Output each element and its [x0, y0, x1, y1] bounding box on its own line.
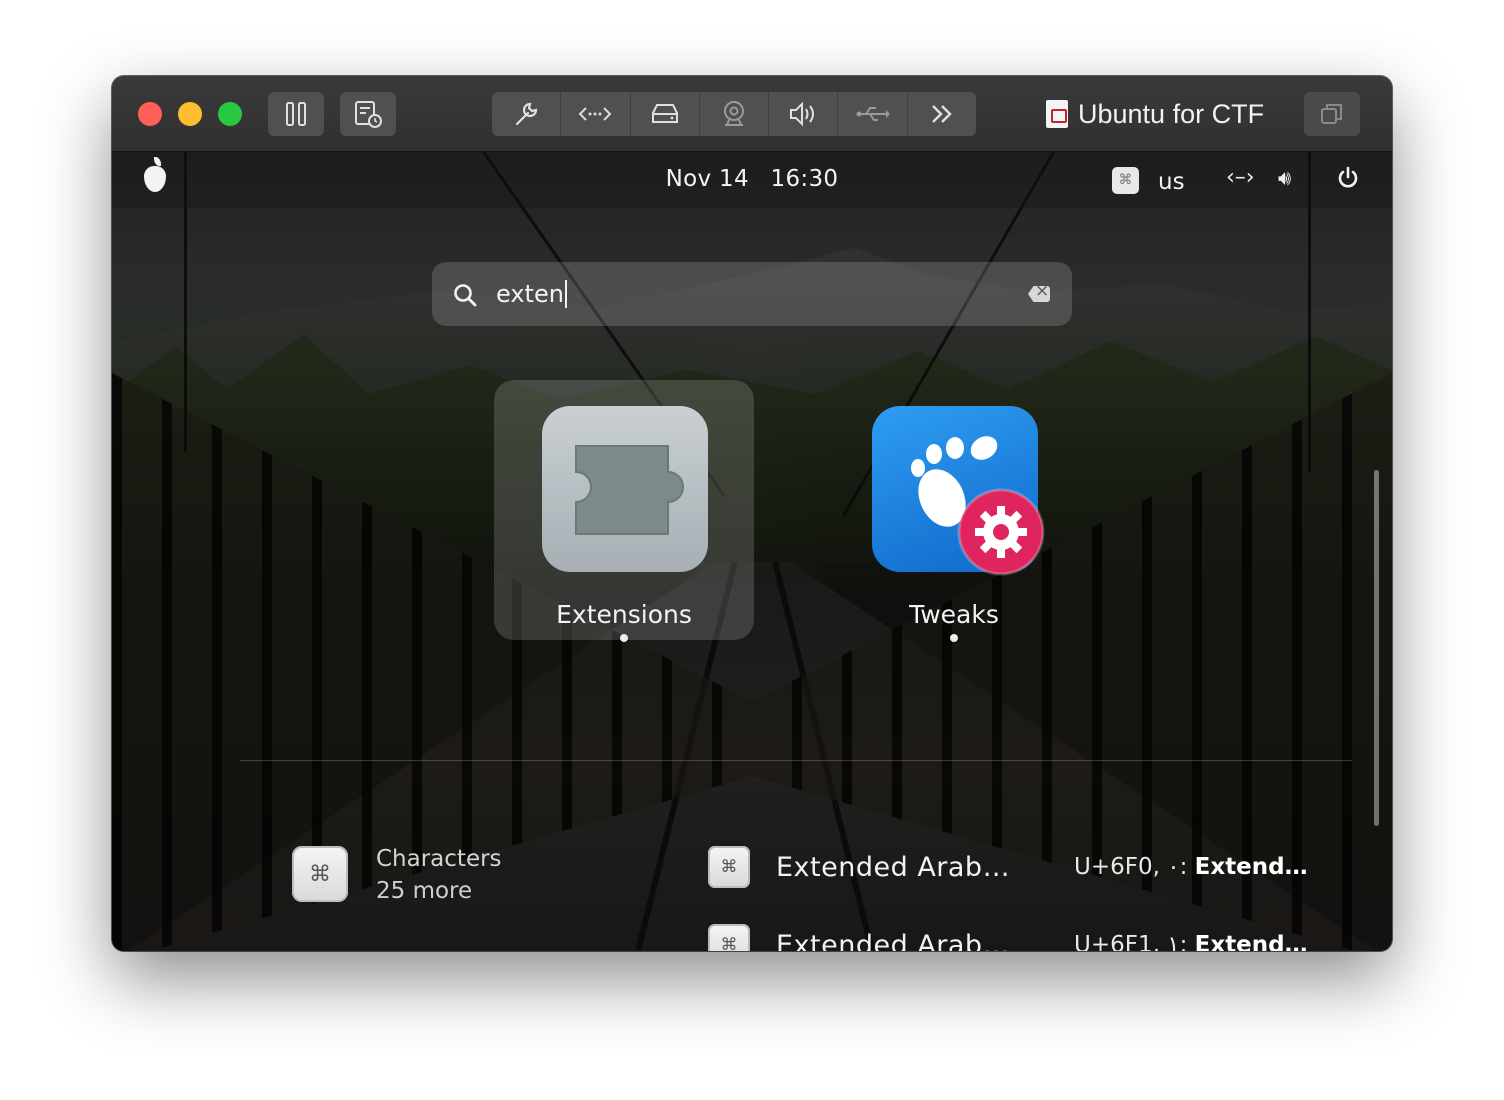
character-result[interactable]: ⌘ Extended Arab… U+6F0, ۰: Extend…	[708, 846, 1328, 896]
app-extensions[interactable]: Extensions	[494, 380, 754, 650]
clock-time: 16:30	[770, 166, 839, 192]
usb-button[interactable]	[838, 92, 908, 136]
results-scrollbar[interactable]	[1374, 470, 1379, 826]
disk-button[interactable]	[631, 92, 700, 136]
puzzle-piece-icon	[542, 406, 708, 572]
results-separator	[240, 760, 1352, 761]
network-arrows-icon	[579, 107, 612, 121]
pause-icon	[286, 102, 306, 126]
search-entry[interactable]: exten	[432, 262, 1072, 326]
gnome-top-bar: Nov 14 16:30 ⌘ us ‹–› 🔊︎	[112, 152, 1392, 208]
app-label: Extensions	[556, 600, 692, 629]
settings-button[interactable]	[492, 92, 562, 136]
vm-toolbar	[492, 92, 976, 136]
vm-document-icon	[1046, 100, 1068, 128]
minimize-button[interactable]	[178, 102, 202, 126]
character-name: Extended Arab…	[776, 852, 1011, 883]
vm-window: Ubuntu for CTF Nov 14 16:30 ⌘ us ‹–› 🔊︎ …	[112, 76, 1392, 951]
provider-more[interactable]: 25 more	[376, 878, 472, 904]
search-input[interactable]: exten	[496, 280, 567, 308]
character-icon: ⌘	[708, 924, 750, 951]
running-indicator	[620, 634, 628, 642]
vm-titlebar: Ubuntu for CTF	[112, 76, 1392, 152]
disk-icon	[651, 104, 678, 123]
zoom-button[interactable]	[218, 102, 242, 126]
clear-search-icon[interactable]	[1028, 286, 1050, 302]
app-tweaks[interactable]: Tweaks	[824, 380, 1084, 650]
display-button[interactable]	[1304, 92, 1360, 136]
volume-icon[interactable]: 🔊︎	[1278, 166, 1291, 191]
clock-date: Nov 14	[665, 166, 749, 192]
sound-icon	[790, 101, 815, 127]
running-indicator	[950, 634, 958, 642]
wrench-icon	[516, 102, 538, 126]
character-name: Extended Arab…	[776, 930, 1011, 951]
network-button[interactable]	[561, 92, 631, 136]
close-button[interactable]	[138, 102, 162, 126]
camera-icon	[723, 101, 744, 126]
provider-name[interactable]: Characters	[376, 846, 502, 872]
windows-stack-icon	[1321, 104, 1342, 124]
snapshot-button[interactable]	[340, 92, 396, 136]
characters-app-icon[interactable]: ⌘	[292, 846, 348, 902]
vm-title: Ubuntu for CTF	[1046, 96, 1264, 132]
app-label: Tweaks	[909, 600, 999, 629]
more-chevrons-icon	[931, 105, 952, 123]
usb-icon	[856, 107, 890, 121]
power-icon[interactable]	[1336, 166, 1360, 190]
character-code: U+6F0, ۰: Extend…	[1074, 854, 1308, 880]
network-icon[interactable]: ‹–›	[1226, 165, 1255, 190]
pause-button[interactable]	[268, 92, 324, 136]
camera-button[interactable]	[700, 92, 770, 136]
gnome-foot-gear-icon	[872, 406, 1045, 576]
character-result[interactable]: ⌘ Extended Arab… U+6F1, ۱: Extend…	[708, 924, 1328, 951]
guest-screen: Nov 14 16:30 ⌘ us ‹–› 🔊︎ exten × Extensi…	[112, 152, 1392, 951]
snapshot-icon	[355, 101, 382, 128]
sound-button[interactable]	[769, 92, 839, 136]
keyboard-layout-icon[interactable]: ⌘	[1112, 167, 1139, 194]
keyboard-layout-label[interactable]: us	[1158, 169, 1185, 195]
more-button[interactable]	[908, 92, 976, 136]
character-code: U+6F1, ۱: Extend…	[1074, 932, 1308, 951]
clock[interactable]: Nov 14 16:30	[112, 166, 1392, 192]
search-icon	[454, 284, 477, 307]
character-icon: ⌘	[708, 846, 750, 888]
vm-title-text: Ubuntu for CTF	[1078, 98, 1265, 129]
